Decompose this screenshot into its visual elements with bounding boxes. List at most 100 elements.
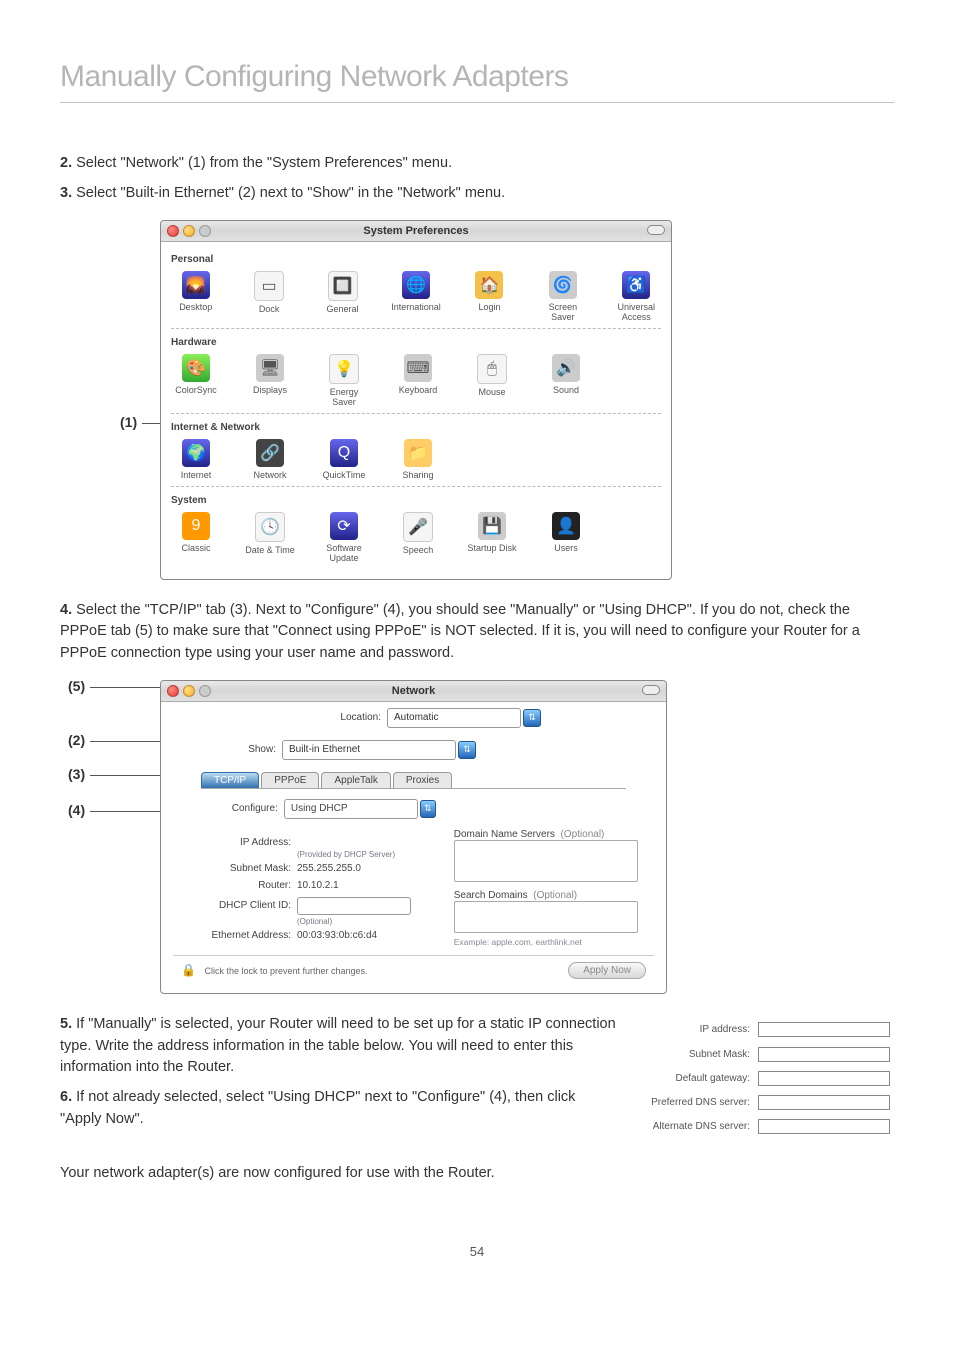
router-row: Router: 10.10.2.1 — [191, 880, 436, 891]
pref-network[interactable]: 🔗Network — [245, 439, 295, 480]
dhcp-input[interactable] — [297, 897, 411, 915]
lock-row[interactable]: 🔒 Click the lock to prevent further chan… — [181, 963, 368, 977]
show-select[interactable]: Built-in Ethernet — [282, 740, 456, 760]
category-hardware: Hardware 🎨ColorSync 🖥Displays 💡Energy Sa… — [171, 328, 661, 413]
pref-general[interactable]: 🔲General — [318, 271, 367, 322]
step-3: 3. Select "Built-in Ethernet" (2) next t… — [60, 183, 894, 205]
tab-proxies[interactable]: Proxies — [393, 772, 452, 788]
tab-pppoe[interactable]: PPPoE — [261, 772, 319, 788]
show-chevron-icon[interactable]: ⇅ — [458, 741, 476, 759]
tab-body: Configure: Using DHCP ⇅ IP Address: (Pro… — [191, 799, 636, 947]
category-system: System 9Classic 🕓Date & Time ⟳Software U… — [171, 486, 661, 569]
pref-international[interactable]: 🌐International — [391, 271, 441, 322]
colorsync-icon: 🎨 — [182, 354, 210, 382]
tabs: TCP/IP PPPoE AppleTalk Proxies — [201, 772, 626, 789]
subnet-row: Subnet Mask: 255.255.255.0 — [191, 863, 436, 874]
pref-login[interactable]: 🏠Login — [465, 271, 514, 322]
minimize-icon[interactable] — [183, 685, 195, 697]
step-6: 6. If not already selected, select "Usin… — [60, 1087, 617, 1131]
router-label: Router: — [191, 880, 291, 891]
step-3-num: 3. — [60, 185, 72, 201]
search-label: Search Domains — [454, 890, 528, 901]
closing-text: Your network adapter(s) are now configur… — [60, 1163, 894, 1185]
internet-icon: 🌍 — [182, 439, 210, 467]
show-row: Show: Built-in Ethernet ⇅ — [161, 734, 666, 766]
category-personal: Personal 🌄Desktop ▭Dock 🔲General 🌐Intern… — [171, 246, 661, 328]
pref-classic[interactable]: 9Classic — [171, 512, 221, 563]
close-icon[interactable] — [167, 225, 179, 237]
startup-disk-icon: 💾 — [478, 512, 506, 540]
step-6-text: If not already selected, select "Using D… — [60, 1089, 575, 1127]
toolbar-pill-icon[interactable] — [647, 225, 665, 235]
alternate-dns-input[interactable] — [758, 1119, 890, 1134]
pref-dock[interactable]: ▭Dock — [244, 271, 293, 322]
search-textarea[interactable] — [454, 901, 638, 933]
location-row: Location: Automatic ⇅ — [161, 702, 666, 734]
ip-form-label: IP address: — [647, 1018, 754, 1042]
dhcp-label: DHCP Client ID: — [191, 900, 291, 911]
subnet-mask-input[interactable] — [758, 1047, 890, 1062]
pref-startup-disk[interactable]: 💾Startup Disk — [467, 512, 517, 563]
step-4-text: Select the "TCP/IP" tab (3). Next to "Co… — [60, 602, 860, 662]
table-row: IP address: — [647, 1018, 894, 1042]
zoom-icon[interactable] — [199, 685, 211, 697]
location-select[interactable]: Automatic — [387, 708, 521, 728]
pref-speech[interactable]: 🎤Speech — [393, 512, 443, 563]
sysprefs-body: Personal 🌄Desktop ▭Dock 🔲General 🌐Intern… — [161, 242, 671, 579]
search-optional: (Optional) — [533, 890, 577, 901]
pref-sound[interactable]: 🔊Sound — [541, 354, 591, 407]
sysprefs-title: System Preferences — [363, 225, 468, 237]
pref-colorsync[interactable]: 🎨ColorSync — [171, 354, 221, 407]
configure-select[interactable]: Using DHCP — [284, 799, 418, 819]
pref-software-update[interactable]: ⟳Software Update — [319, 512, 369, 563]
dns-label: Domain Name Servers — [454, 829, 555, 840]
ip-form-label: Default gateway: — [647, 1066, 754, 1090]
default-gateway-input[interactable] — [758, 1071, 890, 1086]
tab-appletalk[interactable]: AppleTalk — [321, 772, 390, 788]
ip-address-input[interactable] — [758, 1022, 890, 1037]
pref-displays[interactable]: 🖥Displays — [245, 354, 295, 407]
users-icon: 👤 — [552, 512, 580, 540]
category-personal-title: Personal — [171, 254, 661, 265]
login-icon: 🏠 — [475, 271, 503, 299]
quicktime-icon: Q — [330, 439, 358, 467]
apply-now-button[interactable]: Apply Now — [568, 962, 646, 979]
pref-sharing[interactable]: 📁Sharing — [393, 439, 443, 480]
bottom-bar: 🔒 Click the lock to prevent further chan… — [173, 955, 654, 985]
configure-row: Configure: Using DHCP ⇅ — [191, 799, 436, 819]
dns-textarea[interactable] — [454, 840, 638, 882]
software-update-icon: ⟳ — [330, 512, 358, 540]
preferred-dns-input[interactable] — [758, 1095, 890, 1110]
dhcp-note: (Optional) — [297, 917, 436, 926]
pref-internet[interactable]: 🌍Internet — [171, 439, 221, 480]
zoom-icon[interactable] — [199, 225, 211, 237]
callout-3: (3) — [68, 766, 85, 782]
pref-datetime[interactable]: 🕓Date & Time — [245, 512, 295, 563]
dhcp-row: DHCP Client ID: — [191, 897, 436, 915]
leader-2 — [90, 741, 160, 742]
pref-desktop[interactable]: 🌄Desktop — [171, 271, 220, 322]
configure-chevron-icon[interactable]: ⇅ — [420, 800, 436, 818]
category-internet-title: Internet & Network — [171, 422, 661, 433]
lock-icon: 🔒 — [181, 963, 196, 977]
pref-mouse[interactable]: 🖱Mouse — [467, 354, 517, 407]
general-icon: 🔲 — [328, 271, 358, 301]
location-chevron-icon[interactable]: ⇅ — [523, 709, 541, 727]
energy-saver-icon: 💡 — [329, 354, 359, 384]
pref-keyboard[interactable]: ⌨Keyboard — [393, 354, 443, 407]
pref-quicktime[interactable]: QQuickTime — [319, 439, 369, 480]
pref-energy[interactable]: 💡Energy Saver — [319, 354, 369, 407]
displays-icon: 🖥 — [256, 354, 284, 382]
configure-label: Configure: — [191, 803, 278, 814]
tab-tcpip[interactable]: TCP/IP — [201, 772, 259, 788]
close-icon[interactable] — [167, 685, 179, 697]
toolbar-pill-icon[interactable] — [642, 685, 660, 695]
network-icon: 🔗 — [256, 439, 284, 467]
pref-universal[interactable]: ♿Universal Access — [612, 271, 661, 322]
page-title: Manually Configuring Network Adapters — [60, 60, 894, 103]
pref-screensaver[interactable]: 🌀Screen Saver — [538, 271, 587, 322]
pref-users[interactable]: 👤Users — [541, 512, 591, 563]
minimize-icon[interactable] — [183, 225, 195, 237]
network-window: Network Location: Automatic ⇅ Show: Buil… — [160, 680, 667, 994]
table-row: Subnet Mask: — [647, 1042, 894, 1066]
